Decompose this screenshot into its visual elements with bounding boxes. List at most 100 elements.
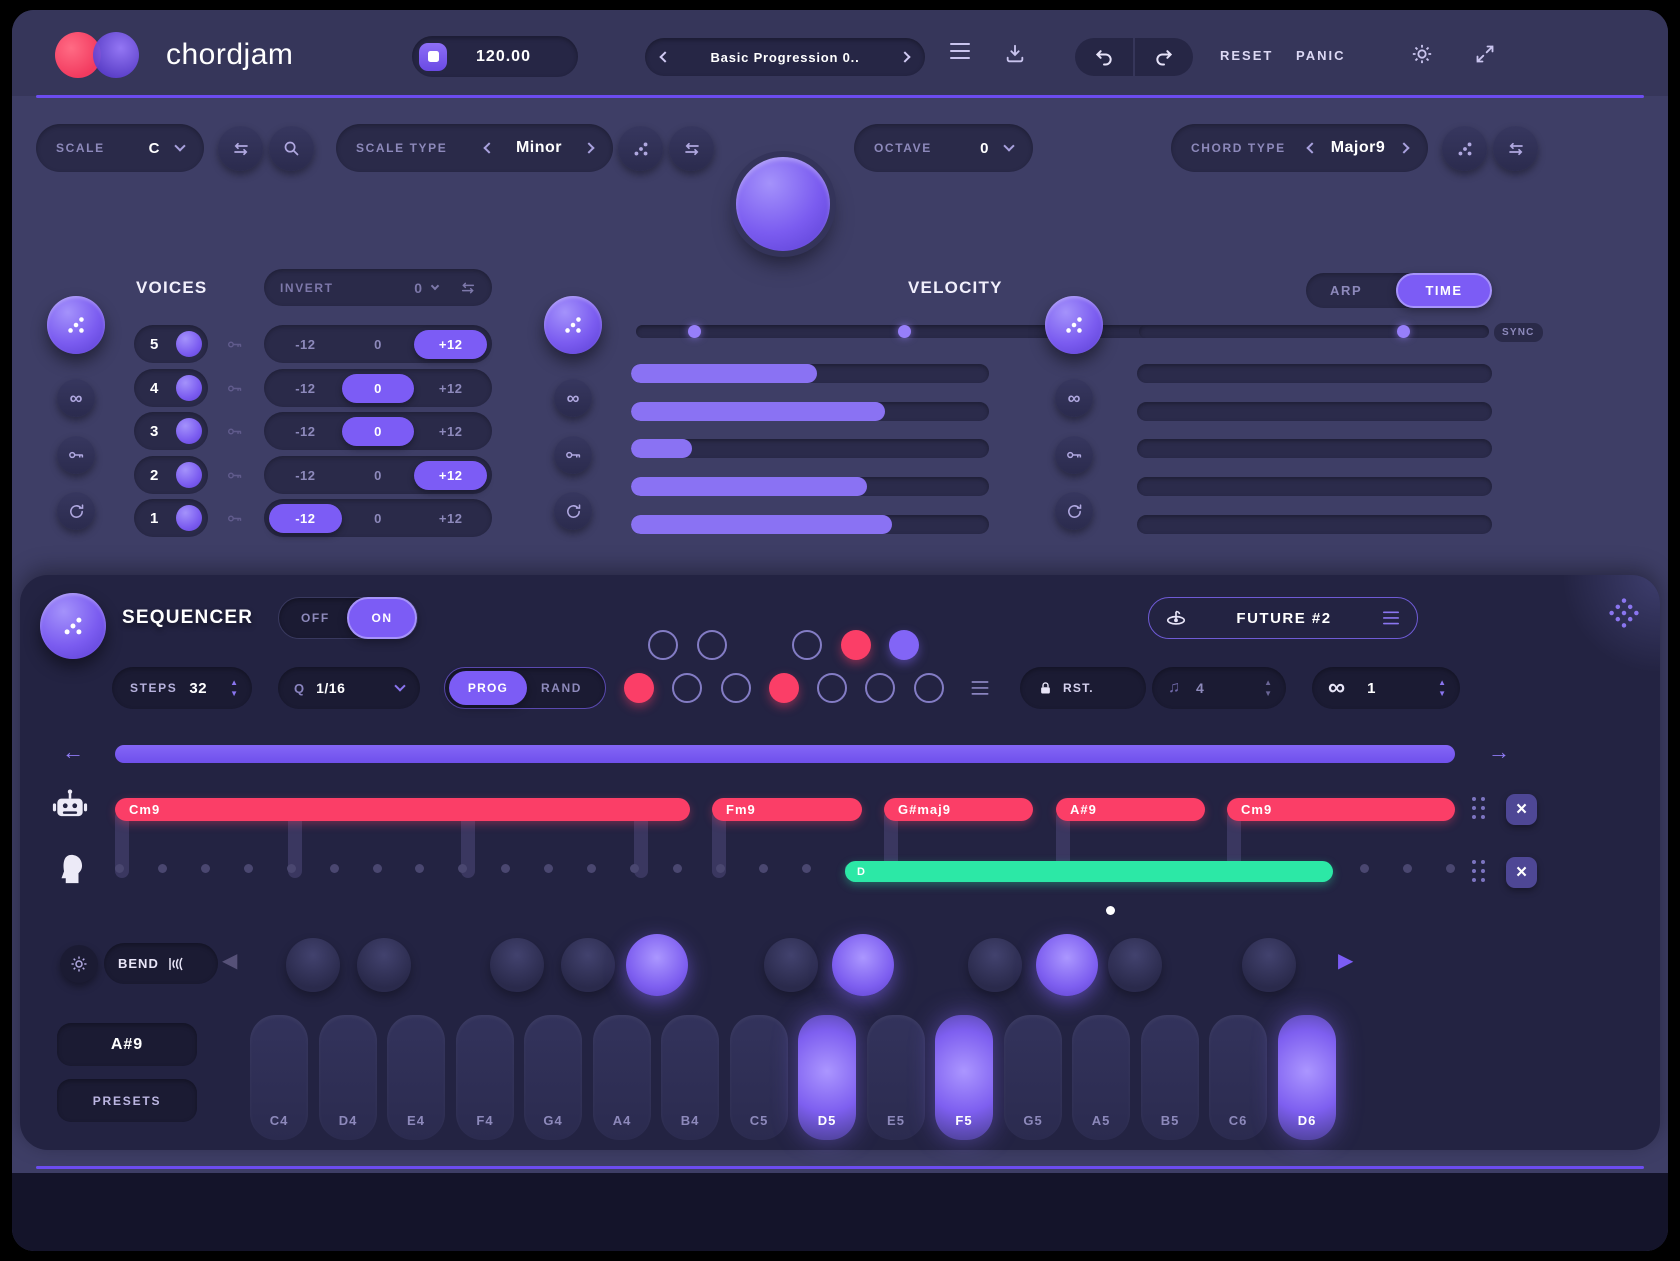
invert-swap-icon[interactable] (460, 280, 476, 296)
step-dot[interactable] (817, 673, 847, 703)
offset-zero[interactable]: 0 (342, 417, 415, 446)
key-A5[interactable]: A5 (1072, 1015, 1130, 1140)
sequencer-random-knob[interactable] (40, 593, 106, 659)
key-D6-active[interactable]: D6 (1278, 1015, 1336, 1140)
step-dot-active[interactable] (769, 673, 799, 703)
key-G5[interactable]: G5 (1004, 1015, 1062, 1140)
key-E5[interactable]: E5 (867, 1015, 925, 1140)
voices-lock-button[interactable] (57, 436, 95, 474)
bend-pad-Ds5-active[interactable] (832, 934, 894, 996)
reset-sequence-button[interactable]: RST. (1020, 667, 1146, 709)
bend-next-button[interactable]: ▶ (1338, 948, 1353, 973)
time-slider-handle[interactable] (1397, 325, 1410, 338)
chord-block[interactable]: G#maj9 (884, 798, 1033, 821)
bend-settings-button[interactable] (60, 945, 98, 983)
steps-updown[interactable]: ▲▼ (230, 679, 238, 698)
bend-pad-As4-active[interactable] (626, 934, 688, 996)
timeline-next-button[interactable]: → (1488, 739, 1510, 765)
step-dot[interactable] (721, 673, 751, 703)
time-lock-button[interactable] (1055, 436, 1093, 474)
pad-grid-button[interactable] (1606, 595, 1642, 631)
master-knob[interactable] (736, 157, 830, 251)
key-F4[interactable]: F4 (456, 1015, 514, 1140)
time-bar-2[interactable] (1137, 402, 1492, 421)
up-arrow-icon[interactable]: ▲ (230, 679, 238, 687)
offset-minus12[interactable]: -12 (269, 374, 342, 403)
key-B5[interactable]: B5 (1141, 1015, 1199, 1140)
off-option[interactable]: OFF (301, 611, 330, 625)
up-arrow-icon[interactable]: ▲ (1264, 679, 1272, 687)
key-D4[interactable]: D4 (319, 1015, 377, 1140)
step-dot-current[interactable] (889, 630, 919, 660)
timeline-prev-button[interactable]: ← (62, 739, 84, 765)
key-F5-active[interactable]: F5 (935, 1015, 993, 1140)
time-random-knob[interactable] (1045, 296, 1103, 354)
step-dot-active[interactable] (624, 673, 654, 703)
key-icon[interactable] (226, 510, 243, 527)
preset-menu-icon[interactable] (1383, 608, 1399, 628)
down-arrow-icon[interactable]: ▼ (1438, 690, 1446, 698)
velocity-bar-4[interactable] (631, 477, 989, 496)
presets-button[interactable]: PRESETS (57, 1079, 197, 1122)
preset-name[interactable]: Basic Progression 0.. (669, 50, 901, 65)
key-A4[interactable]: A4 (593, 1015, 651, 1140)
key-C5[interactable]: C5 (730, 1015, 788, 1140)
down-arrow-icon[interactable]: ▼ (230, 690, 238, 698)
time-bar-4[interactable] (1137, 477, 1492, 496)
key-D5-active[interactable]: D5 (798, 1015, 856, 1140)
bend-pad-Fs4[interactable] (490, 938, 544, 992)
prog-option[interactable]: PROG (449, 671, 527, 705)
key-C4[interactable]: C4 (250, 1015, 308, 1140)
time-bar-5[interactable] (1137, 515, 1492, 534)
sync-toggle[interactable]: SYNC (1494, 323, 1543, 342)
preset-next-icon[interactable] (899, 51, 910, 62)
chord-track-delete-button[interactable]: × (1506, 794, 1537, 825)
sequencer-preset-selector[interactable]: FUTURE #2 (1148, 597, 1418, 639)
offset-zero[interactable]: 0 (342, 461, 415, 490)
undo-button[interactable] (1075, 38, 1133, 76)
bend-pad-Cs5[interactable] (764, 938, 818, 992)
offset-plus12[interactable]: +12 (414, 374, 487, 403)
bend-pad-Ds4[interactable] (357, 938, 411, 992)
velocity-bar-5[interactable] (631, 515, 989, 534)
menu-button[interactable] (950, 38, 970, 64)
rate-selector[interactable]: Q 1/16 (278, 667, 420, 709)
velocity-range-handle-max[interactable] (898, 325, 911, 338)
on-option[interactable]: ON (347, 597, 417, 639)
step-dot[interactable] (865, 673, 895, 703)
step-dot[interactable] (792, 630, 822, 660)
step-dot[interactable] (648, 630, 678, 660)
scale-type-swap-button[interactable] (669, 126, 714, 171)
offset-plus12[interactable]: +12 (414, 504, 487, 533)
chord-track-drag-handle[interactable] (1472, 797, 1487, 821)
key-B4[interactable]: B4 (661, 1015, 719, 1140)
melody-track-drag-handle[interactable] (1472, 860, 1487, 884)
save-button[interactable] (1003, 42, 1027, 66)
chord-type-swap-button[interactable] (1493, 126, 1538, 171)
prog-rand-toggle[interactable]: PROG RAND (444, 667, 606, 709)
sequencer-on-off-toggle[interactable]: OFF ON (278, 597, 418, 639)
steps-stepper[interactable]: STEPS 32 ▲▼ (112, 667, 252, 709)
timeline-position-bar[interactable] (115, 745, 1455, 763)
invert-control[interactable]: INVERT 0 (264, 269, 492, 306)
arp-time-toggle[interactable]: ARP TIME (1306, 273, 1492, 308)
key-icon[interactable] (226, 336, 243, 353)
key-icon[interactable] (226, 467, 243, 484)
bend-pad-Cs6[interactable] (1242, 938, 1296, 992)
rand-option[interactable]: RAND (541, 681, 582, 695)
offset-plus12[interactable]: +12 (414, 330, 487, 359)
resize-button[interactable] (1474, 43, 1496, 65)
time-bar-1[interactable] (1137, 364, 1492, 383)
page-indicator-dot[interactable] (1106, 906, 1115, 915)
velocity-range-handle-min[interactable] (688, 325, 701, 338)
chord-type-next-icon[interactable] (1398, 142, 1409, 153)
velocity-infinity-button[interactable]: ∞ (554, 379, 592, 417)
key-E4[interactable]: E4 (387, 1015, 445, 1140)
octave-selector[interactable]: OCTAVE 0 (854, 124, 1033, 172)
note-repeat-stepper[interactable]: ♫ 4 ▲▼ (1152, 667, 1286, 709)
chord-block[interactable]: A#9 (1056, 798, 1205, 821)
offset-minus12[interactable]: -12 (269, 417, 342, 446)
velocity-lock-button[interactable] (554, 436, 592, 474)
key-icon[interactable] (226, 380, 243, 397)
time-loop-button[interactable] (1055, 492, 1093, 530)
